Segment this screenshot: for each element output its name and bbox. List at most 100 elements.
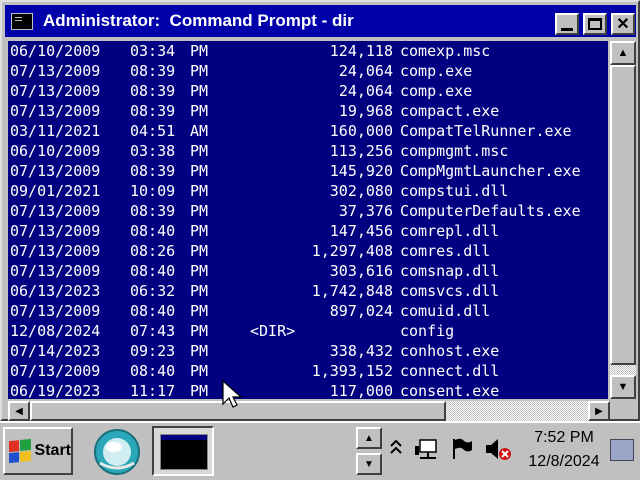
start-button[interactable]: Start (3, 427, 73, 475)
file-size: 24,064 (338, 82, 393, 100)
tray-scroll-up-button[interactable]: ▲ (356, 427, 382, 449)
clock-time[interactable]: 7:52 PM (522, 429, 606, 447)
console-line: 07/13/2009 08:26 PM 1,297,408 comres.dll (8, 241, 608, 261)
taskbar: Start ▲ ▼ 7:52 PM 12/8/2024 (0, 421, 640, 480)
show-desktop-button[interactable] (610, 439, 634, 461)
file-date: 06/13/2023 (10, 282, 101, 300)
file-ampm: PM (190, 102, 209, 120)
console-line: 07/13/2009 08:40 PM 897,024 comuid.dll (8, 301, 608, 321)
file-name: CompatTelRunner.exe (400, 122, 572, 140)
horizontal-scrollbar[interactable]: ◀ ▶ (8, 401, 610, 421)
file-date: 07/13/2009 (10, 242, 101, 260)
file-size: 24,064 (338, 62, 393, 80)
taskbar-command-prompt-button[interactable] (152, 426, 214, 476)
file-time: 08:40 (130, 222, 176, 240)
file-date: 07/13/2009 (10, 362, 101, 380)
console-line: 07/13/2009 08:40 PM 303,616 comsnap.dll (8, 261, 608, 281)
command-prompt-thumbnail (160, 434, 208, 470)
file-name: comsnap.dll (400, 262, 500, 280)
file-date: 07/13/2009 (10, 202, 101, 220)
file-ampm: PM (190, 202, 209, 220)
tray-scroll-down-button[interactable]: ▼ (356, 453, 382, 475)
arrow-right-icon: ▶ (595, 405, 603, 417)
file-date: 07/13/2009 (10, 262, 101, 280)
scroll-up-button[interactable]: ▲ (610, 41, 636, 65)
file-date: 07/13/2009 (10, 162, 101, 180)
file-time: 03:38 (130, 142, 176, 160)
file-date: 07/13/2009 (10, 302, 101, 320)
arrow-left-icon: ◀ (15, 405, 23, 417)
volume-muted-icon[interactable] (484, 437, 512, 461)
file-size: 37,376 (338, 202, 393, 220)
file-time: 09:23 (130, 342, 176, 360)
console-line: 07/13/2009 08:39 PM 37,376 ComputerDefaults.… (8, 201, 608, 221)
window-title: Administrator: Command Prompt - dir (43, 11, 354, 30)
clock-date[interactable]: 12/8/2024 (522, 453, 606, 471)
vertical-scroll-thumb[interactable] (610, 65, 636, 365)
file-size: 303,616 (329, 262, 393, 280)
scroll-down-button[interactable]: ▼ (610, 375, 636, 399)
file-ampm: PM (190, 162, 209, 180)
file-ampm: PM (190, 62, 209, 80)
console-icon[interactable] (11, 13, 33, 30)
file-ampm: PM (190, 82, 209, 100)
file-time: 06:32 (130, 282, 176, 300)
show-hidden-icons-icon[interactable] (388, 437, 404, 459)
file-name: comres.dll (400, 242, 491, 260)
network-icon[interactable] (414, 437, 440, 461)
file-name: config (400, 322, 455, 340)
console-line: 07/13/2009 08:40 PM 147,456 comrepl.dll (8, 221, 608, 241)
file-time: 08:40 (130, 262, 176, 280)
file-time: 08:26 (130, 242, 176, 260)
maximize-button[interactable] (583, 13, 607, 35)
file-size: 338,432 (329, 342, 393, 360)
dir-marker: <DIR> (250, 322, 296, 340)
console-line: 06/10/2009 03:34 PM 124,118 comexp.msc (8, 41, 608, 61)
file-date: 07/13/2009 (10, 222, 101, 240)
console-output[interactable]: 06/10/2009 03:34 PM 124,118 comexp.msc 07/13/… (8, 41, 608, 399)
file-date: 06/10/2009 (10, 42, 101, 60)
file-time: 08:39 (130, 62, 176, 80)
file-size: 147,456 (329, 222, 393, 240)
file-time: 08:40 (130, 302, 176, 320)
maximize-icon (588, 18, 602, 30)
file-size: 1,297,408 (311, 242, 393, 260)
close-button[interactable]: ✕ (611, 13, 635, 35)
file-time: 08:40 (130, 362, 176, 380)
file-name: comexp.msc (400, 42, 491, 60)
file-ampm: PM (190, 302, 209, 320)
mouse-pointer-icon (222, 380, 242, 408)
file-time: 08:39 (130, 102, 176, 120)
file-ampm: PM (190, 222, 209, 240)
file-ampm: PM (190, 142, 209, 160)
file-name: consent.exe (400, 382, 500, 399)
taskbar-app-icon[interactable] (90, 427, 144, 477)
file-date: 12/08/2024 (10, 322, 101, 340)
file-time: 04:51 (130, 122, 176, 140)
file-ampm: PM (190, 382, 209, 399)
arrow-up-icon: ▲ (617, 47, 629, 59)
file-ampm: PM (190, 242, 209, 260)
file-date: 07/13/2009 (10, 82, 101, 100)
vertical-scrollbar[interactable]: ▲ ▼ (610, 41, 636, 399)
console-line: 06/10/2009 03:38 PM 113,256 compmgmt.msc (8, 141, 608, 161)
scroll-right-button[interactable]: ▶ (588, 401, 610, 421)
file-date: 06/10/2009 (10, 142, 101, 160)
file-ampm: PM (190, 342, 209, 360)
file-ampm: PM (190, 262, 209, 280)
console-line: 06/19/2023 11:17 PM 117,000 consent.exe (8, 381, 608, 399)
minimize-button[interactable] (555, 13, 579, 35)
file-time: 10:09 (130, 182, 176, 200)
file-size: 160,000 (329, 122, 393, 140)
action-center-flag-icon[interactable] (450, 437, 474, 461)
console-line: 09/01/2021 10:09 PM 302,080 compstui.dll (8, 181, 608, 201)
file-size: 113,256 (329, 142, 393, 160)
title-bar[interactable]: Administrator: Command Prompt - dir ✕ (5, 5, 636, 37)
file-time: 08:39 (130, 202, 176, 220)
console-line: 07/13/2009 08:39 PM 145,920 CompMgmtLauncher… (8, 161, 608, 181)
arrow-down-icon: ▼ (364, 458, 374, 470)
file-size: 145,920 (329, 162, 393, 180)
scroll-left-button[interactable]: ◀ (8, 401, 30, 421)
file-ampm: PM (190, 362, 209, 380)
file-date: 07/13/2009 (10, 102, 101, 120)
